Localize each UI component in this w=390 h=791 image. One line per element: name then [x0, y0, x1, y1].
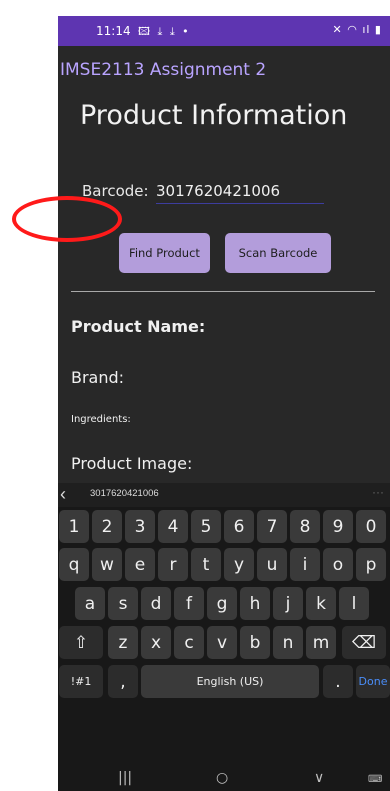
key-n[interactable]: n [273, 626, 303, 659]
status-time: 11:14 [96, 24, 131, 38]
signal-battery-icons: ✕ ◠ ıl ▮ [332, 23, 382, 36]
key-q[interactable]: q [59, 548, 89, 581]
period-key[interactable]: . [323, 665, 353, 698]
key-6[interactable]: 6 [224, 510, 254, 543]
ingredients-label: Ingredients: [71, 414, 131, 425]
notification-icons: 🖾 ⤓ ⤓ • [138, 25, 191, 38]
product-name-label: Product Name: [71, 317, 206, 336]
key-7[interactable]: 7 [257, 510, 287, 543]
symbols-key[interactable]: !#1 [59, 665, 103, 698]
key-y[interactable]: y [224, 548, 254, 581]
key-o[interactable]: o [323, 548, 353, 581]
keyboard-switch-icon[interactable]: ⌨ [368, 774, 382, 785]
comma-key[interactable]: , [108, 665, 138, 698]
key-a[interactable]: a [75, 587, 105, 620]
key-w[interactable]: w [92, 548, 122, 581]
back-icon[interactable]: ∨ [314, 770, 324, 786]
key-b[interactable]: b [240, 626, 270, 659]
navigation-bar: ||| ○ ∨ ⌨ [58, 770, 390, 791]
scan-barcode-button[interactable]: Scan Barcode [225, 233, 331, 273]
shift-key[interactable]: ⇧ [59, 626, 103, 659]
key-x[interactable]: x [141, 626, 171, 659]
chevron-left-icon[interactable]: ‹ [60, 484, 66, 505]
key-h[interactable]: h [240, 587, 270, 620]
key-z[interactable]: z [108, 626, 138, 659]
done-key[interactable]: Done [356, 665, 390, 698]
key-j[interactable]: j [273, 587, 303, 620]
product-image-label: Product Image: [71, 454, 193, 473]
key-9[interactable]: 9 [323, 510, 353, 543]
key-1[interactable]: 1 [59, 510, 89, 543]
suggestion-chip[interactable]: 3017620421006 [90, 488, 159, 499]
key-0[interactable]: 0 [356, 510, 386, 543]
home-icon[interactable]: ○ [216, 770, 228, 786]
keyboard-suggestion-bar: ‹ 3017620421006 ··· [58, 483, 390, 507]
key-v[interactable]: v [207, 626, 237, 659]
key-g[interactable]: g [207, 587, 237, 620]
more-icon[interactable]: ··· [372, 485, 384, 499]
key-l[interactable]: l [339, 587, 369, 620]
key-p[interactable]: p [356, 548, 386, 581]
key-m[interactable]: m [306, 626, 336, 659]
phone-screen: 11:14 🖾 ⤓ ⤓ • ✕ ◠ ıl ▮ IMSE2113 Assignme… [58, 16, 390, 791]
divider [71, 291, 375, 292]
key-5[interactable]: 5 [191, 510, 221, 543]
key-r[interactable]: r [158, 548, 188, 581]
find-product-button[interactable]: Find Product [119, 233, 210, 273]
brand-label: Brand: [71, 368, 125, 387]
key-c[interactable]: c [174, 626, 204, 659]
key-u[interactable]: u [257, 548, 287, 581]
key-s[interactable]: s [108, 587, 138, 620]
key-8[interactable]: 8 [290, 510, 320, 543]
page-title: Product Information [80, 100, 348, 131]
key-i[interactable]: i [290, 548, 320, 581]
key-2[interactable]: 2 [92, 510, 122, 543]
app-title: IMSE2113 Assignment 2 [60, 60, 267, 80]
recents-icon[interactable]: ||| [118, 770, 132, 786]
status-bar: 11:14 🖾 ⤓ ⤓ • ✕ ◠ ıl ▮ [58, 16, 390, 46]
key-3[interactable]: 3 [125, 510, 155, 543]
key-k[interactable]: k [306, 587, 336, 620]
soft-keyboard: 1 2 3 4 5 6 7 8 9 0 q w e r t y u i o p … [58, 507, 390, 791]
key-e[interactable]: e [125, 548, 155, 581]
key-4[interactable]: 4 [158, 510, 188, 543]
barcode-input[interactable]: 3017620421006 [156, 179, 324, 204]
backspace-key[interactable]: ⌫ [342, 626, 386, 659]
key-t[interactable]: t [191, 548, 221, 581]
annotation-circle [12, 196, 122, 242]
barcode-label: Barcode: [82, 182, 149, 200]
key-f[interactable]: f [174, 587, 204, 620]
space-key[interactable]: English (US) [141, 665, 319, 698]
key-d[interactable]: d [141, 587, 171, 620]
